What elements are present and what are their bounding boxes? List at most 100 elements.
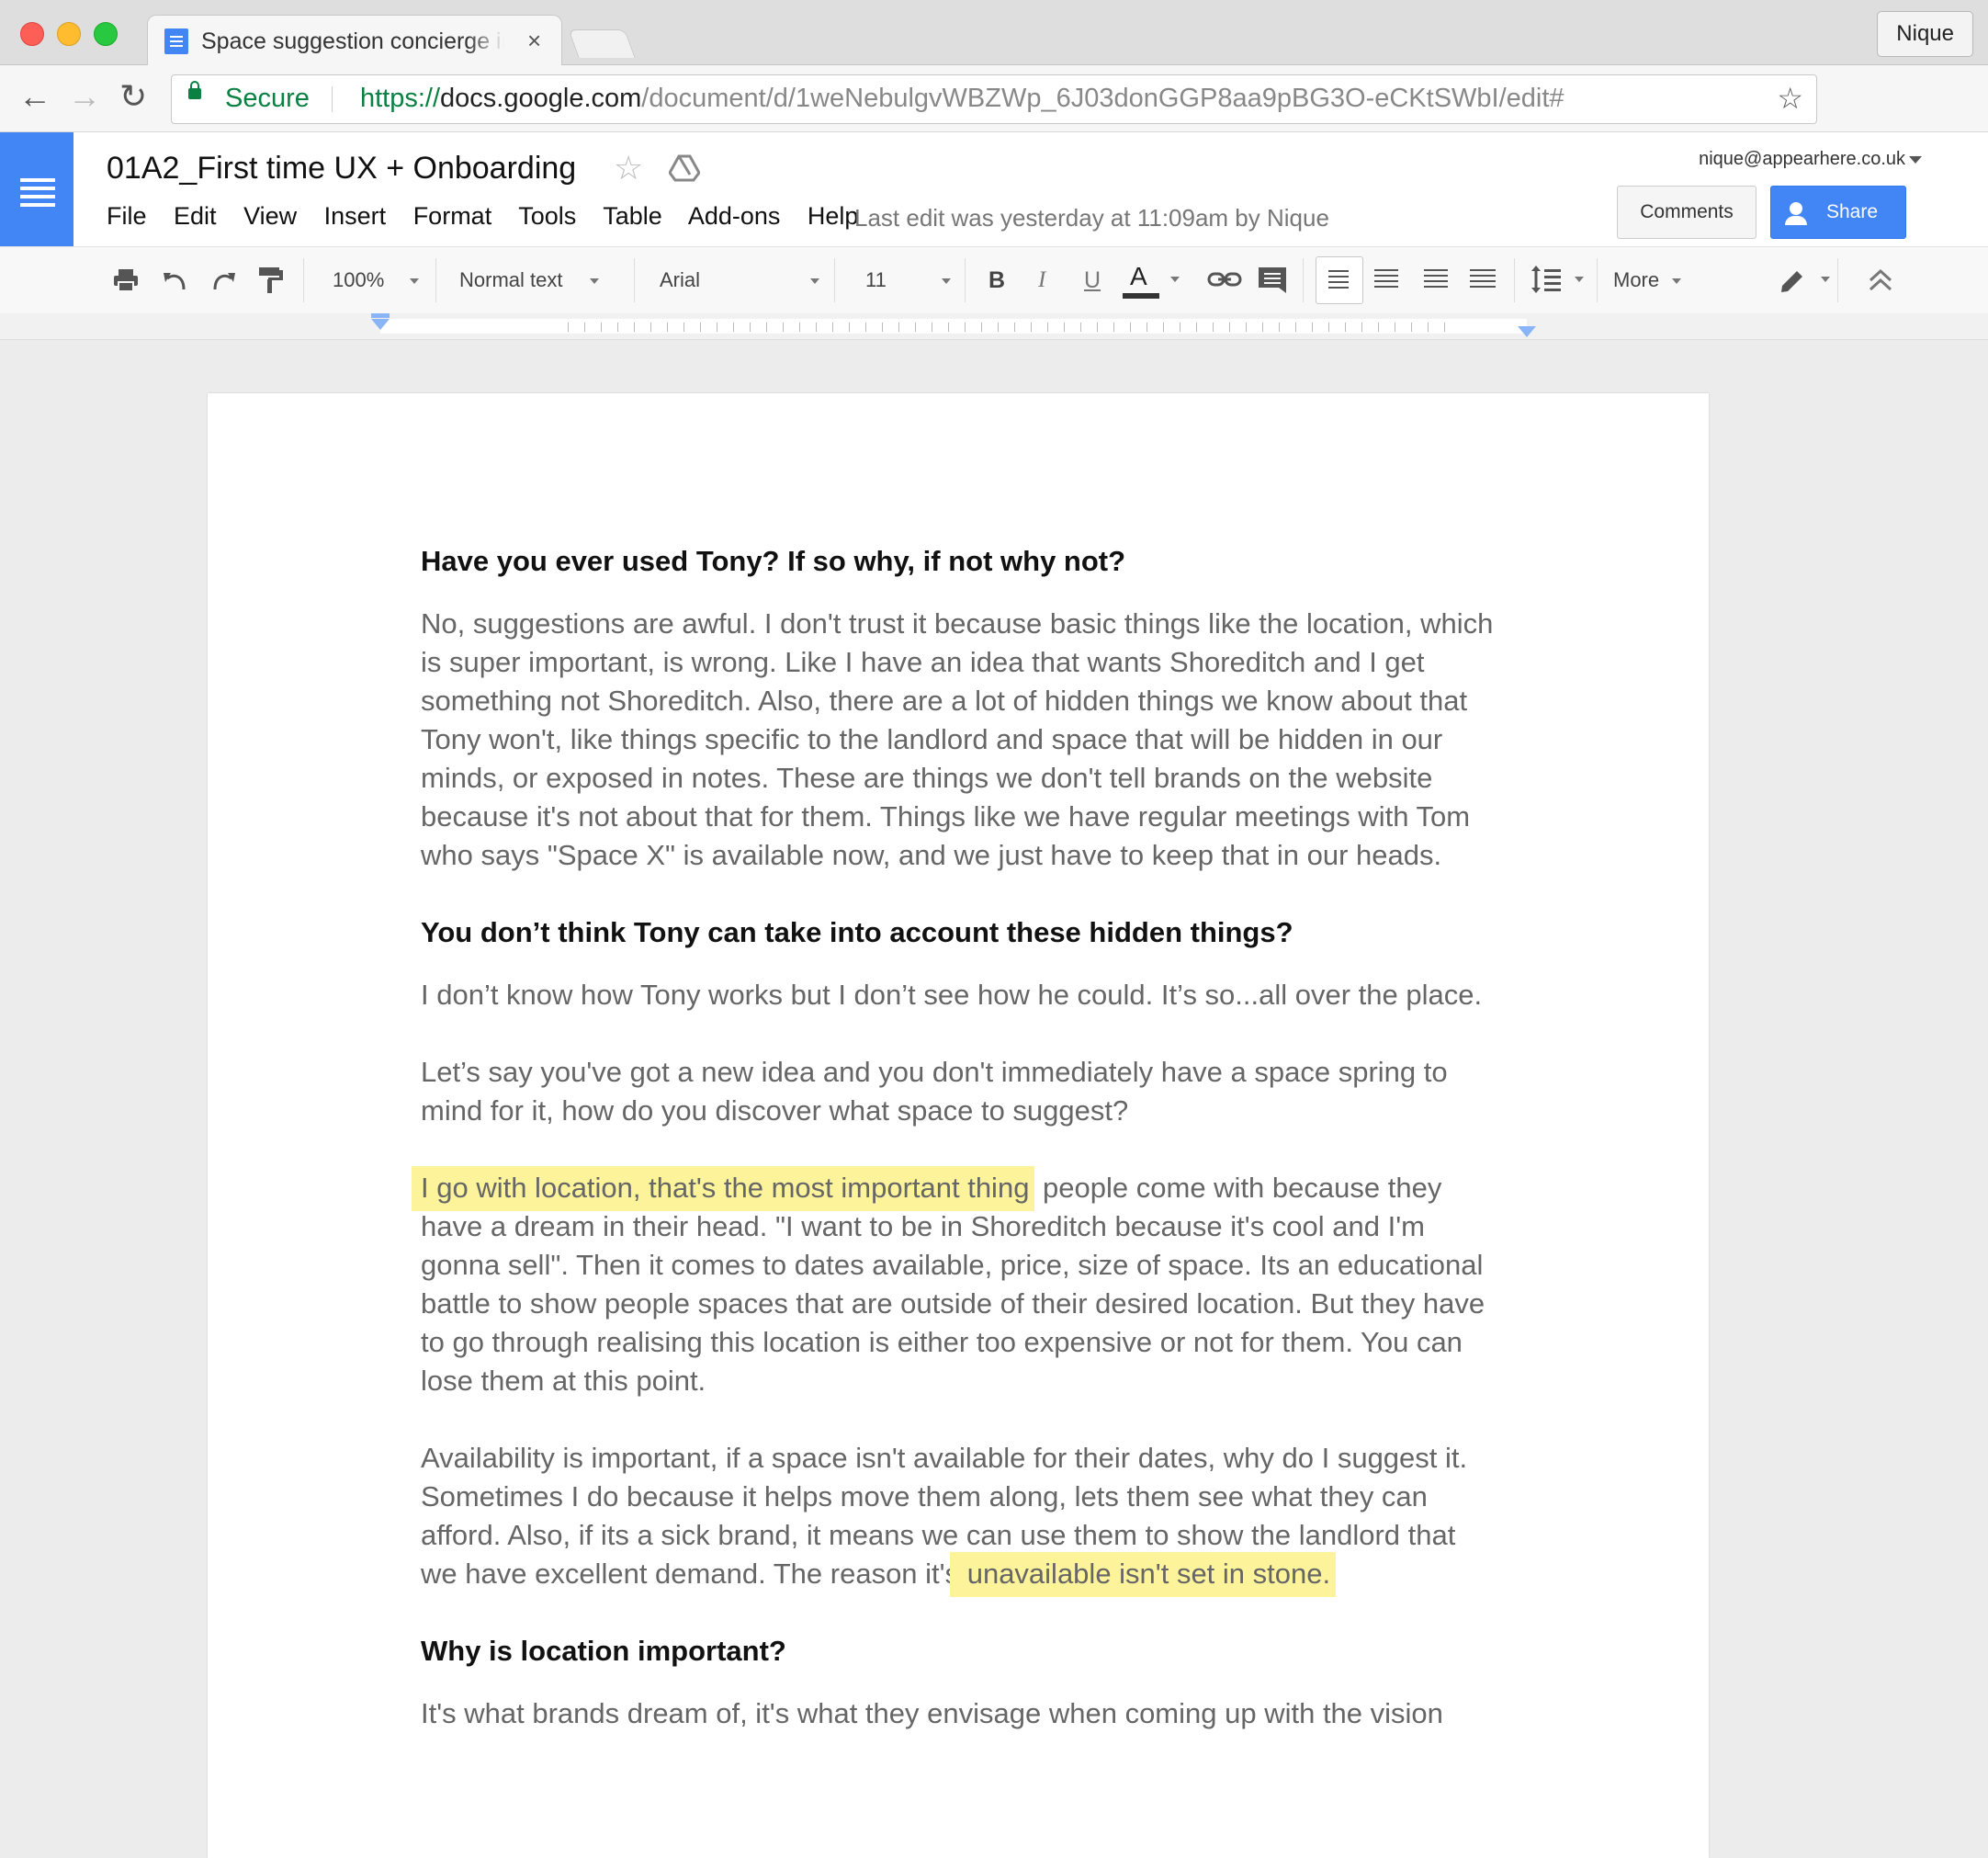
collapse-menus-icon[interactable] bbox=[1867, 266, 1894, 293]
chevron-down-icon[interactable] bbox=[1170, 277, 1180, 282]
docs-menubar: File Edit View Insert Format Tools Table… bbox=[107, 202, 878, 231]
star-document-icon[interactable]: ☆ bbox=[614, 149, 643, 187]
bold-button[interactable]: B bbox=[988, 262, 1005, 299]
chevron-down-icon bbox=[1672, 278, 1682, 285]
toolbar-divider bbox=[834, 258, 835, 302]
insert-link-icon[interactable] bbox=[1207, 269, 1242, 289]
chevron-down-icon[interactable] bbox=[1821, 277, 1830, 282]
highlighted-text: unavailable isn't set in stone. bbox=[950, 1552, 1337, 1597]
chevron-down-icon[interactable] bbox=[1575, 277, 1584, 282]
insert-comment-icon[interactable] bbox=[1257, 266, 1288, 293]
text-color-label: A bbox=[1130, 262, 1147, 290]
move-to-folder-icon[interactable] bbox=[669, 154, 700, 182]
font-size-select[interactable]: 11 bbox=[865, 262, 951, 299]
font-value: Arial bbox=[660, 268, 701, 291]
align-left-icon bbox=[1328, 270, 1349, 272]
answer-paragraph: It's what brands dream of, it's what the… bbox=[421, 1697, 1443, 1729]
align-left-button[interactable] bbox=[1316, 256, 1363, 304]
answer-paragraph: Availability is important, if a space is… bbox=[421, 1439, 1497, 1597]
chevron-down-icon bbox=[941, 278, 951, 285]
answer-paragraph: Let’s say you've got a new idea and you … bbox=[421, 1056, 1448, 1127]
bookmark-star-icon[interactable]: ☆ bbox=[1777, 81, 1803, 116]
profile-button[interactable]: Nique bbox=[1877, 11, 1973, 57]
redo-icon[interactable] bbox=[209, 267, 237, 293]
chevron-down-icon bbox=[590, 278, 600, 285]
more-label: More bbox=[1613, 268, 1660, 291]
paragraph-style-select[interactable]: Normal text bbox=[459, 262, 600, 299]
align-right-icon[interactable] bbox=[1424, 269, 1448, 271]
document-page[interactable]: Have you ever used Tony? If so why, if n… bbox=[208, 393, 1709, 1858]
left-indent-handle[interactable] bbox=[371, 319, 390, 330]
menu-table[interactable]: Table bbox=[603, 202, 662, 230]
tab-close-icon[interactable]: × bbox=[527, 27, 541, 55]
menu-tools[interactable]: Tools bbox=[518, 202, 576, 230]
more-button[interactable]: More bbox=[1613, 262, 1682, 299]
docs-home-icon[interactable] bbox=[0, 132, 73, 246]
document-body[interactable]: Have you ever used Tony? If so why, if n… bbox=[412, 542, 1497, 1772]
document-title[interactable]: 01A2_First time UX + Onboarding bbox=[107, 151, 576, 187]
zoom-value: 100% bbox=[333, 268, 385, 291]
line-spacing-icon[interactable] bbox=[1531, 264, 1562, 295]
toolbar-divider bbox=[1597, 258, 1598, 302]
answer-paragraph: I don’t know how Tony works but I don’t … bbox=[421, 979, 1483, 1011]
answer-paragraph: No, suggestions are awful. I don't trust… bbox=[421, 607, 1494, 871]
toolbar-divider bbox=[634, 258, 635, 302]
url-text[interactable]: https://docs.google.com/document/d/1weNe… bbox=[360, 84, 1564, 114]
question-heading: Why is location important? bbox=[421, 1635, 786, 1667]
chevron-down-icon bbox=[410, 278, 420, 285]
last-edit-status[interactable]: Last edit was yesterday at 11:09am by Ni… bbox=[854, 204, 1329, 232]
chevron-down-icon bbox=[810, 278, 820, 285]
question-heading: Have you ever used Tony? If so why, if n… bbox=[421, 545, 1126, 577]
align-center-icon[interactable] bbox=[1374, 269, 1398, 271]
url-host: docs.google.com bbox=[440, 84, 642, 113]
menu-help[interactable]: Help bbox=[808, 202, 859, 230]
browser-tabstrip: Space suggestion concierge interview × N… bbox=[0, 0, 1988, 65]
print-icon[interactable] bbox=[112, 267, 140, 293]
menu-addons[interactable]: Add-ons bbox=[688, 202, 781, 230]
toolbar-divider bbox=[1837, 258, 1838, 302]
question-heading: You don’t think Tony can take into accou… bbox=[421, 916, 1293, 948]
text-color-button[interactable]: A bbox=[1130, 258, 1147, 295]
browser-tab-active[interactable]: Space suggestion concierge interview × bbox=[147, 15, 562, 65]
menu-format[interactable]: Format bbox=[413, 202, 492, 230]
forward-arrow-icon[interactable]: → bbox=[68, 78, 101, 115]
menu-view[interactable]: View bbox=[243, 202, 297, 230]
text-color-swatch bbox=[1123, 293, 1159, 299]
menu-insert[interactable]: Insert bbox=[324, 202, 387, 230]
close-window-button[interactable] bbox=[20, 22, 44, 46]
maximize-window-button[interactable] bbox=[94, 22, 118, 46]
menu-file[interactable]: File bbox=[107, 202, 147, 230]
font-select[interactable]: Arial bbox=[660, 262, 820, 299]
menu-edit[interactable]: Edit bbox=[174, 202, 217, 230]
url-path: /document/d/1weNebulgvWBZWp_6J03donGGP8a… bbox=[641, 84, 1564, 113]
paint-format-icon[interactable] bbox=[257, 266, 285, 295]
toolbar-divider bbox=[1303, 258, 1304, 302]
answer-paragraph: I go with location, that's the most impo… bbox=[412, 1166, 1497, 1400]
toolbar-divider bbox=[965, 258, 966, 302]
share-label: Share bbox=[1826, 201, 1879, 222]
ruler-ticks bbox=[568, 323, 1450, 332]
back-arrow-icon[interactable]: ← bbox=[18, 78, 51, 115]
comments-button[interactable]: Comments bbox=[1617, 186, 1756, 239]
toolbar-divider bbox=[303, 258, 304, 302]
undo-icon[interactable] bbox=[162, 267, 189, 293]
italic-button[interactable]: I bbox=[1038, 262, 1045, 299]
tab-title: Space suggestion concierge interview bbox=[201, 28, 504, 54]
account-caret-icon[interactable] bbox=[1909, 156, 1922, 164]
lock-icon bbox=[188, 81, 201, 99]
zoom-select[interactable]: 100% bbox=[333, 262, 420, 299]
underline-button[interactable]: U bbox=[1084, 262, 1101, 299]
toolbar-divider bbox=[435, 258, 436, 302]
justify-icon[interactable] bbox=[1470, 269, 1496, 271]
new-tab-button[interactable] bbox=[568, 29, 636, 58]
account-email[interactable]: nique@appearhere.co.uk bbox=[1699, 149, 1905, 170]
browser-toolbar: ← → ↻ Secure https://docs.google.com/doc… bbox=[0, 65, 1988, 132]
address-divider bbox=[332, 86, 333, 112]
editing-mode-pencil-icon[interactable] bbox=[1779, 266, 1806, 293]
share-button[interactable]: Share bbox=[1770, 186, 1906, 239]
minimize-window-button[interactable] bbox=[57, 22, 81, 46]
first-line-indent-handle[interactable] bbox=[371, 313, 390, 318]
right-indent-handle[interactable] bbox=[1518, 326, 1536, 337]
reload-icon[interactable]: ↻ bbox=[119, 78, 147, 115]
address-bar[interactable]: Secure https://docs.google.com/document/… bbox=[171, 74, 1817, 124]
